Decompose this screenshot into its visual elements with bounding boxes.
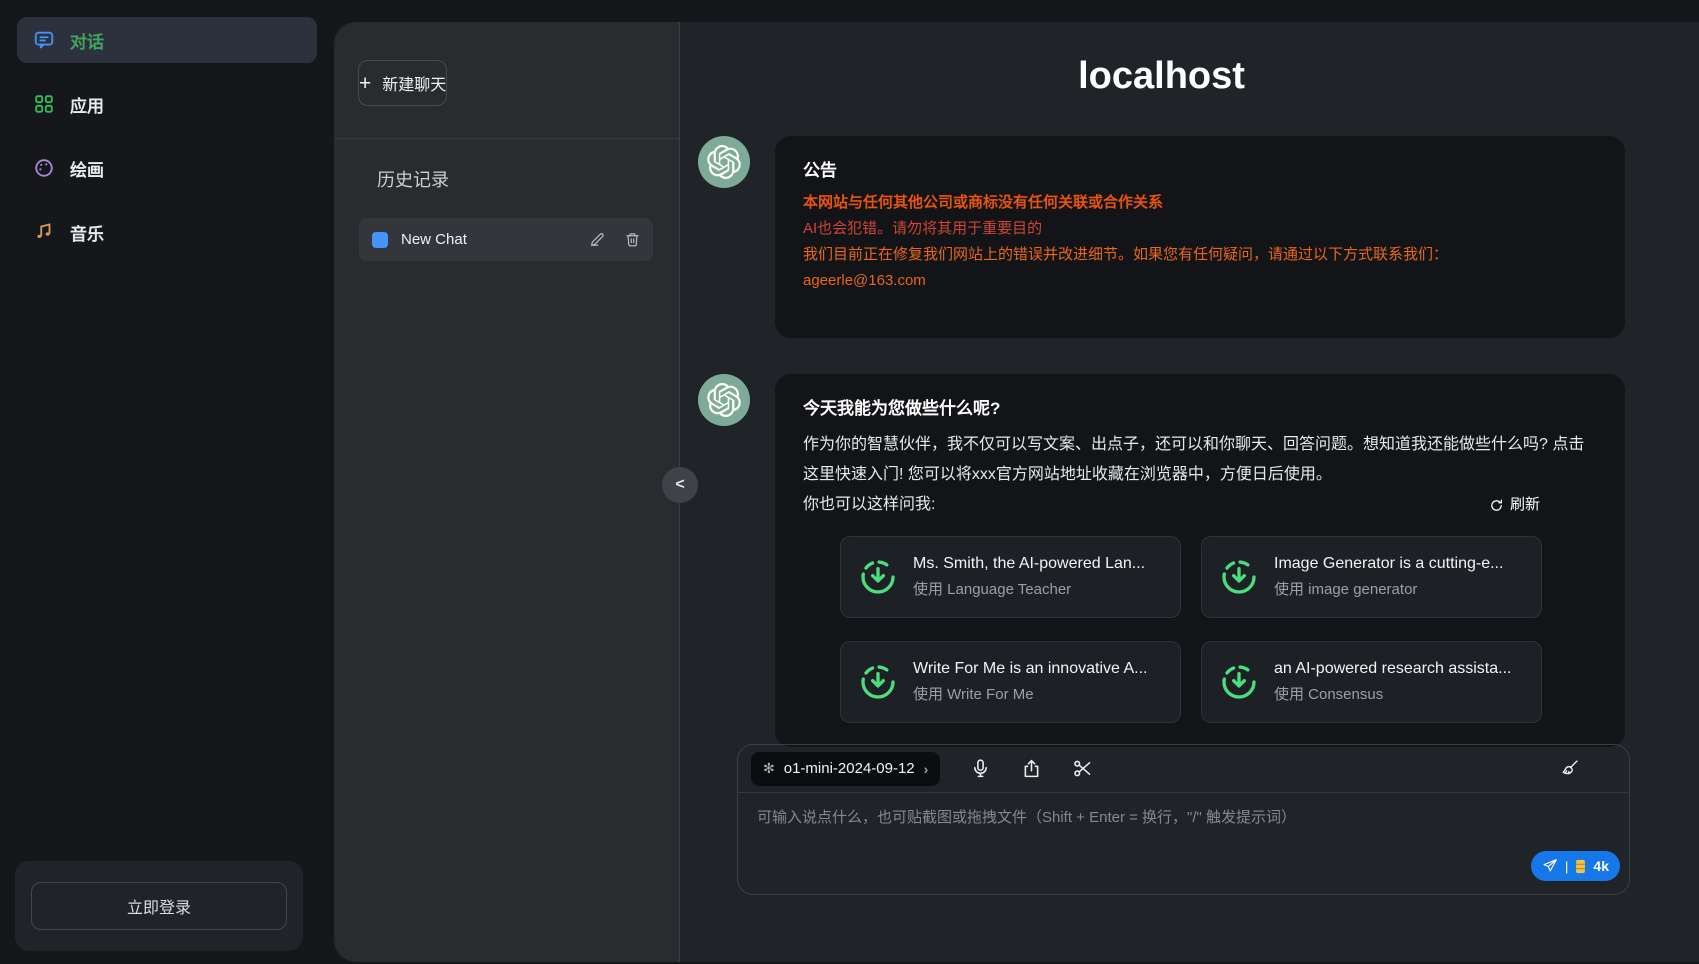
- welcome-body: 作为你的智慧伙伴，我不仅可以写文案、出点子，还可以和你聊天、回答问题。想知道我还…: [803, 430, 1597, 490]
- palette-icon: [33, 157, 55, 179]
- suggestion-grid: Ms. Smith, the AI-powered Lan... 使用 Lang…: [840, 536, 1542, 723]
- sidebar-item-label: 对话: [70, 28, 104, 53]
- sidebar-item-label: 应用: [70, 92, 104, 117]
- announcement-line: 我们目前正在修复我们网站上的错误并改进细节。如果您有任何疑问，请通过以下方式联系…: [803, 244, 1597, 265]
- suggestion-title: Ms. Smith, the AI-powered Lan...: [913, 555, 1145, 573]
- suggestion-subtitle: 使用 Consensus: [1274, 683, 1511, 704]
- chat-item-title: New Chat: [401, 231, 570, 248]
- contact-email-link[interactable]: ageerle@163.com: [803, 272, 926, 289]
- suggestion-subtitle: 使用 image generator: [1274, 578, 1503, 599]
- scissors-icon[interactable]: [1072, 758, 1093, 779]
- download-circle-icon: [858, 557, 898, 597]
- coins-icon: [1575, 859, 1586, 874]
- broom-icon[interactable]: [1559, 758, 1580, 779]
- new-chat-button[interactable]: + 新建聊天: [358, 60, 447, 106]
- announcement-title: 公告: [803, 158, 1597, 184]
- chat-bubble-icon: [33, 29, 55, 51]
- ask-hint: 你也可以这样问我:: [803, 490, 935, 520]
- send-button[interactable]: | 4k: [1531, 851, 1620, 881]
- plus-icon: +: [359, 73, 371, 94]
- openai-logo-icon: [698, 374, 750, 426]
- delete-icon[interactable]: [625, 232, 640, 247]
- composer-input-zone: | 4k: [738, 793, 1629, 894]
- assistant-message: 公告 本网站与任何其他公司或商标没有任何关联或合作关系 AI也会犯错。请勿将其用…: [698, 136, 1625, 338]
- refresh-label: 刷新: [1510, 490, 1540, 520]
- sidebar-item-label: 音乐: [70, 220, 104, 245]
- announcement-line: AI也会犯错。请勿将其用于重要目的: [803, 218, 1597, 239]
- login-card: 立即登录: [15, 861, 303, 951]
- sidebar-item-label: 绘画: [70, 156, 104, 181]
- login-button[interactable]: 立即登录: [31, 882, 287, 930]
- new-chat-button-label: 新建聊天: [382, 71, 446, 95]
- announcement-line: 本网站与任何其他公司或商标没有任何关联或合作关系: [803, 192, 1597, 213]
- suggestion-card[interactable]: an AI-powered research assista... 使用 Con…: [1201, 641, 1542, 723]
- suggestion-title: an AI-powered research assista...: [1274, 660, 1511, 678]
- workspace: + 新建聊天 历史记录 New Chat < localhost: [334, 22, 1699, 962]
- refresh-button[interactable]: 刷新: [1489, 490, 1540, 520]
- refresh-icon: [1489, 498, 1504, 513]
- assistant-message: 今天我能为您做些什么呢? 作为你的智慧伙伴，我不仅可以写文案、出点子，还可以和你…: [698, 374, 1625, 747]
- openai-logo-icon: [698, 136, 750, 188]
- history-section-title: 历史记录: [377, 166, 679, 192]
- composer: ✻ o1-mini-2024-09-12 ›: [737, 744, 1630, 895]
- paper-plane-icon: [1542, 858, 1558, 874]
- welcome-title: 今天我能为您做些什么呢?: [803, 396, 1597, 422]
- sidebar-item-apps[interactable]: 应用: [17, 81, 317, 127]
- apps-grid-icon: [33, 93, 55, 115]
- chat-color-badge: [372, 232, 388, 248]
- message-input[interactable]: [757, 806, 1610, 866]
- history-panel: + 新建聊天 历史记录 New Chat: [334, 22, 680, 962]
- suggestion-title: Write For Me is an innovative A...: [913, 660, 1147, 678]
- suggestion-subtitle: 使用 Language Teacher: [913, 578, 1145, 599]
- music-note-icon: [33, 221, 55, 243]
- sidebar: 对话 应用 绘画 音乐: [0, 0, 334, 964]
- suggestion-card[interactable]: Ms. Smith, the AI-powered Lan... 使用 Lang…: [840, 536, 1181, 618]
- edit-icon[interactable]: [590, 232, 605, 247]
- suggestion-subtitle: 使用 Write For Me: [913, 683, 1147, 704]
- download-circle-icon: [858, 662, 898, 702]
- chevron-left-icon: <: [675, 476, 684, 494]
- chat-area: localhost 公告 本网站与任何其他公司或商标没有任何关联或合作关系 AI…: [680, 22, 1699, 962]
- welcome-bubble: 今天我能为您做些什么呢? 作为你的智慧伙伴，我不仅可以写文案、出点子，还可以和你…: [775, 374, 1625, 747]
- suggestion-card[interactable]: Image Generator is a cutting-e... 使用 ima…: [1201, 536, 1542, 618]
- sidebar-item-music[interactable]: 音乐: [17, 209, 317, 255]
- sidebar-item-chat[interactable]: 对话: [17, 17, 317, 63]
- suggestion-card[interactable]: Write For Me is an innovative A... 使用 Wr…: [840, 641, 1181, 723]
- token-count: 4k: [1593, 858, 1609, 874]
- composer-toolbar: ✻ o1-mini-2024-09-12 ›: [738, 745, 1629, 793]
- model-name: o1-mini-2024-09-12: [784, 760, 915, 777]
- collapse-panel-button[interactable]: <: [662, 467, 698, 503]
- page-title: localhost: [698, 52, 1625, 100]
- suggestion-title: Image Generator is a cutting-e...: [1274, 555, 1503, 573]
- model-selector[interactable]: ✻ o1-mini-2024-09-12 ›: [751, 752, 940, 786]
- download-circle-icon: [1219, 557, 1259, 597]
- sparkle-icon: ✻: [763, 760, 775, 777]
- send-separator: |: [1565, 859, 1568, 874]
- microphone-icon[interactable]: [970, 758, 991, 779]
- download-circle-icon: [1219, 662, 1259, 702]
- upload-icon[interactable]: [1021, 758, 1042, 779]
- chevron-right-icon: ›: [924, 761, 929, 777]
- chat-list-item[interactable]: New Chat: [359, 218, 653, 261]
- history-divider: [334, 138, 679, 139]
- sidebar-item-drawing[interactable]: 绘画: [17, 145, 317, 191]
- announcement-bubble: 公告 本网站与任何其他公司或商标没有任何关联或合作关系 AI也会犯错。请勿将其用…: [775, 136, 1625, 338]
